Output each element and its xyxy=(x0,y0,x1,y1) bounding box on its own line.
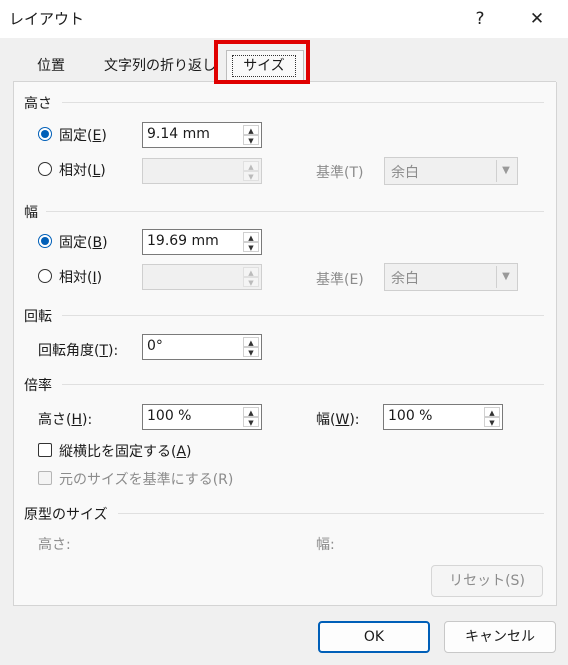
height-relative-to-label: 基準(T) xyxy=(316,165,364,181)
spin-down-icon[interactable]: ▼ xyxy=(243,135,259,145)
original-size-section-divider xyxy=(118,513,544,514)
ok-button[interactable]: OK xyxy=(318,621,430,653)
spin-down-icon[interactable]: ▼ xyxy=(243,347,259,357)
height-relative-to-value: 余白 xyxy=(391,165,419,181)
width-absolute-label[interactable]: 固定(B) xyxy=(59,232,108,252)
height-section-divider xyxy=(62,102,544,103)
width-relative-to-value: 余白 xyxy=(391,271,419,287)
rotation-label: 回転角度(T): xyxy=(38,343,119,359)
scale-height-label: 高さ(H): xyxy=(38,412,93,428)
scale-section-divider xyxy=(62,384,544,385)
width-absolute-value[interactable]: 19.69 mm xyxy=(147,233,219,249)
rotation-value[interactable]: 0° xyxy=(147,338,163,354)
spin-up-icon[interactable]: ▲ xyxy=(243,125,259,135)
width-absolute-spinner[interactable]: 19.69 mm ▲ ▼ xyxy=(142,229,262,255)
scale-height-value[interactable]: 100 % xyxy=(147,408,191,424)
help-button[interactable]: ? xyxy=(460,2,500,36)
original-height-label: 高さ: xyxy=(38,537,71,553)
spin-up-icon[interactable]: ▲ xyxy=(243,337,259,347)
scale-width-label: 幅(W): xyxy=(316,412,360,428)
tab-size[interactable]: サイズ xyxy=(226,50,304,82)
height-absolute-label[interactable]: 固定(E) xyxy=(59,125,107,145)
relative-original-checkbox[interactable] xyxy=(38,471,52,485)
chevron-down-icon: ▼ xyxy=(496,266,515,288)
original-width-label: 幅: xyxy=(316,537,335,553)
height-section-title: 高さ xyxy=(24,96,52,112)
width-relative-to-label: 基準(E) xyxy=(316,272,364,288)
width-relative-label[interactable]: 相対(I) xyxy=(59,267,102,287)
width-section-divider xyxy=(46,211,544,212)
original-size-section-title: 原型のサイズ xyxy=(24,507,108,523)
spin-down-icon: ▼ xyxy=(243,277,259,287)
width-absolute-radio[interactable] xyxy=(38,234,52,248)
spin-down-icon[interactable]: ▼ xyxy=(484,417,500,427)
width-relative-to-select[interactable]: 余白 ▼ xyxy=(384,263,518,291)
spin-up-icon[interactable]: ▲ xyxy=(243,232,259,242)
width-section-title: 幅 xyxy=(24,205,38,221)
spin-up-icon: ▲ xyxy=(243,161,259,171)
scale-width-spinner[interactable]: 100 % ▲ ▼ xyxy=(383,404,503,430)
height-absolute-value[interactable]: 9.14 mm xyxy=(147,126,210,142)
spin-up-icon[interactable]: ▲ xyxy=(243,407,259,417)
height-relative-to-select[interactable]: 余白 ▼ xyxy=(384,157,518,185)
width-relative-radio[interactable] xyxy=(38,269,52,283)
scale-height-spinner[interactable]: 100 % ▲ ▼ xyxy=(142,404,262,430)
lock-aspect-label[interactable]: 縦横比を固定する(A) xyxy=(59,441,192,461)
dialog-title: レイアウト xyxy=(9,10,85,28)
lock-aspect-checkbox[interactable] xyxy=(38,443,52,457)
scale-width-value[interactable]: 100 % xyxy=(388,408,432,424)
rotate-section-divider xyxy=(62,315,544,316)
relative-original-label: 元のサイズを基準にする(R) xyxy=(59,472,234,488)
rotation-spinner[interactable]: 0° ▲ ▼ xyxy=(142,334,262,360)
tab-position[interactable]: 位置 xyxy=(37,52,65,80)
height-absolute-radio[interactable] xyxy=(38,127,52,141)
height-relative-spinner[interactable]: ▲ ▼ xyxy=(142,158,262,184)
height-relative-radio[interactable] xyxy=(38,162,52,176)
spin-up-icon[interactable]: ▲ xyxy=(484,407,500,417)
tab-size-label: サイズ xyxy=(232,55,296,77)
close-button[interactable]: ✕ xyxy=(517,2,557,36)
rotate-section-title: 回転 xyxy=(24,309,52,325)
spin-down-icon: ▼ xyxy=(243,171,259,181)
spin-down-icon[interactable]: ▼ xyxy=(243,417,259,427)
spin-down-icon[interactable]: ▼ xyxy=(243,242,259,252)
spin-up-icon: ▲ xyxy=(243,267,259,277)
cancel-button[interactable]: キャンセル xyxy=(444,621,556,653)
height-absolute-spinner[interactable]: 9.14 mm ▲ ▼ xyxy=(142,122,262,148)
height-relative-label[interactable]: 相対(L) xyxy=(59,160,106,180)
width-relative-spinner[interactable]: ▲ ▼ xyxy=(142,264,262,290)
chevron-down-icon: ▼ xyxy=(496,160,515,182)
scale-section-title: 倍率 xyxy=(24,378,52,394)
reset-button[interactable]: リセット(S) xyxy=(431,565,543,597)
close-icon: ✕ xyxy=(529,9,545,29)
tab-text-wrapping[interactable]: 文字列の折り返し xyxy=(104,52,216,80)
